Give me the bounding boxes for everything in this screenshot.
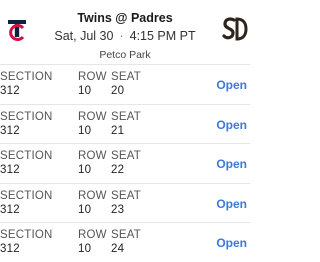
section-label: SECTION bbox=[0, 71, 53, 83]
section-label: SECTION bbox=[0, 189, 53, 202]
event-venue: Petco Park bbox=[99, 49, 151, 61]
ticket-row: SECTION ROW SEAT 312 10 22 Open bbox=[0, 143, 250, 183]
seat-label: SEAT bbox=[111, 110, 141, 123]
event-title: Twins @ Padres bbox=[77, 11, 173, 25]
row-value: 10 bbox=[78, 164, 92, 176]
seat-label: SEAT bbox=[111, 71, 141, 83]
event-header: Twins @ Padres Sat, Jul 30 · 4:15 PM PT Pe… bbox=[0, 0, 250, 66]
seat-label: SEAT bbox=[111, 229, 141, 241]
event-time: 4:15 PM PT bbox=[129, 29, 196, 43]
open-ticket-button[interactable]: Open bbox=[216, 197, 247, 211]
section-value: 312 bbox=[0, 164, 20, 176]
ticket-row: SECTION ROW SEAT 312 10 23 Open bbox=[0, 182, 250, 223]
open-ticket-button[interactable]: Open bbox=[216, 118, 247, 132]
seat-label: SEAT bbox=[111, 150, 141, 162]
open-ticket-button[interactable]: Open bbox=[216, 78, 247, 92]
padres-sd-logo-icon bbox=[222, 17, 248, 41]
row-label: ROW bbox=[78, 71, 107, 83]
row-value: 10 bbox=[78, 243, 92, 255]
section-label: SECTION bbox=[0, 110, 53, 123]
section-value: 312 bbox=[0, 243, 20, 255]
seat-value: 20 bbox=[111, 85, 125, 97]
ticket-row: SECTION ROW SEAT 312 10 20 Open bbox=[0, 64, 250, 104]
row-value: 10 bbox=[78, 85, 92, 97]
section-label: SECTION bbox=[0, 150, 53, 162]
section-value: 312 bbox=[0, 124, 20, 137]
ticket-list: SECTION ROW SEAT 312 10 20 Open SECTION … bbox=[0, 64, 250, 262]
ticket-row: SECTION ROW SEAT 312 10 24 Open bbox=[0, 222, 250, 262]
event-date: Sat, Jul 30 bbox=[54, 29, 114, 43]
seat-value: 24 bbox=[111, 243, 125, 255]
seat-label: SEAT bbox=[111, 189, 141, 202]
ticket-row: SECTION ROW SEAT 312 10 21 Open bbox=[0, 103, 250, 144]
seat-value: 22 bbox=[111, 164, 125, 176]
row-label: ROW bbox=[78, 110, 107, 123]
row-value: 10 bbox=[78, 203, 92, 216]
seat-value: 21 bbox=[111, 124, 125, 137]
row-label: ROW bbox=[78, 150, 107, 162]
open-ticket-button[interactable]: Open bbox=[216, 236, 247, 250]
section-label: SECTION bbox=[0, 229, 53, 241]
section-value: 312 bbox=[0, 203, 20, 216]
row-value: 10 bbox=[78, 124, 92, 137]
section-value: 312 bbox=[0, 85, 20, 97]
event-datetime: Sat, Jul 30 · 4:15 PM PT bbox=[0, 29, 250, 43]
row-label: ROW bbox=[78, 229, 107, 241]
row-label: ROW bbox=[78, 189, 107, 202]
seat-value: 23 bbox=[111, 203, 125, 216]
open-ticket-button[interactable]: Open bbox=[216, 157, 247, 171]
separator-dot: · bbox=[119, 29, 124, 43]
